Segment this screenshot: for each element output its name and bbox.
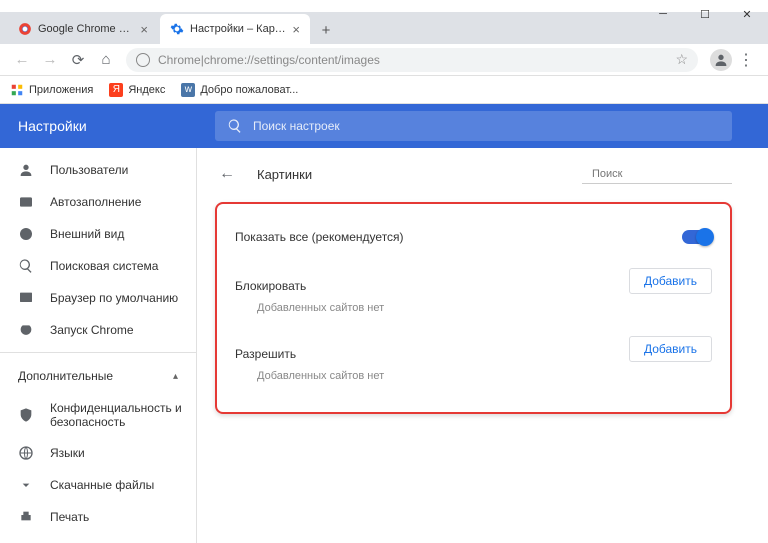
search-icon: [18, 258, 34, 274]
gear-favicon-icon: [170, 22, 184, 36]
tab-close-icon[interactable]: ×: [292, 22, 300, 37]
back-button[interactable]: ←: [8, 46, 36, 74]
globe-icon: [18, 445, 34, 461]
bookmark-label: Добро пожаловат...: [200, 84, 298, 96]
apps-shortcut[interactable]: Приложения: [10, 83, 93, 97]
person-icon: [18, 162, 34, 178]
settings-header: Настройки Поиск настроек: [0, 104, 768, 148]
tab-title: Настройки – Картинки: [190, 23, 286, 35]
search-icon: [227, 118, 243, 134]
vk-icon: w: [181, 83, 195, 97]
sidebar-item-languages[interactable]: Языки: [0, 437, 196, 469]
site-info-icon: [136, 53, 150, 67]
settings-content: ← Картинки Показать все (рекомендуется) …: [197, 148, 768, 543]
settings-sidebar: Пользователи Автозаполнение Внешний вид …: [0, 148, 197, 543]
sidebar-item-search[interactable]: Поисковая система: [0, 250, 196, 282]
search-placeholder: Поиск настроек: [253, 119, 340, 133]
palette-icon: [18, 226, 34, 242]
download-icon: [18, 477, 34, 493]
bookmark-label: Яндекс: [128, 84, 165, 96]
sidebar-group-advanced[interactable]: Дополнительные▴: [0, 359, 196, 393]
allow-add-button[interactable]: Добавить: [629, 336, 712, 362]
block-add-button[interactable]: Добавить: [629, 268, 712, 294]
url-path: chrome://settings/content/images: [204, 53, 380, 67]
sidebar-item-accessibility[interactable]: Специальные возможности: [0, 533, 196, 543]
settings-search-box[interactable]: Поиск настроек: [215, 111, 732, 141]
home-button[interactable]: ⌂: [92, 46, 120, 74]
url-scheme: Chrome: [158, 53, 201, 67]
browser-tab-active[interactable]: Настройки – Картинки ×: [160, 14, 310, 44]
sidebar-item-downloads[interactable]: Скачанные файлы: [0, 469, 196, 501]
reload-button[interactable]: ⟳: [64, 46, 92, 74]
new-tab-button[interactable]: +: [312, 16, 340, 44]
sidebar-item-default-browser[interactable]: Браузер по умолчанию: [0, 282, 196, 314]
chrome-favicon-icon: [18, 22, 32, 36]
bookmark-item[interactable]: w Добро пожаловат...: [181, 83, 298, 97]
yandex-icon: Я: [109, 83, 123, 97]
kebab-menu-button[interactable]: ⋮: [732, 50, 760, 70]
window-maximize-button[interactable]: ☐: [684, 0, 726, 28]
block-empty-text: Добавленных сайтов нет: [235, 294, 712, 328]
sidebar-item-startup[interactable]: Запуск Chrome: [0, 314, 196, 346]
window-close-button[interactable]: ✕: [726, 0, 768, 28]
tab-title: Google Chrome — скачать бес...: [38, 23, 134, 35]
allow-section-label: Разрешить: [235, 337, 296, 361]
sidebar-item-print[interactable]: Печать: [0, 501, 196, 533]
printer-icon: [18, 509, 34, 525]
sidebar-item-appearance[interactable]: Внешний вид: [0, 218, 196, 250]
toolbar: ← → ⟳ ⌂ Chrome | chrome://settings/conte…: [0, 44, 768, 76]
settings-app-title: Настройки: [0, 118, 197, 134]
show-all-label: Показать все (рекомендуется): [235, 230, 404, 244]
browser-icon: [18, 290, 34, 306]
power-icon: [18, 322, 34, 338]
tab-close-icon[interactable]: ×: [140, 22, 148, 37]
sidebar-item-autofill[interactable]: Автозаполнение: [0, 186, 196, 218]
apps-icon: [10, 83, 24, 97]
block-section-label: Блокировать: [235, 269, 306, 293]
bookmark-star-icon[interactable]: ☆: [675, 51, 688, 68]
page-title: Картинки: [257, 167, 582, 182]
allow-empty-text: Добавленных сайтов нет: [235, 362, 712, 396]
forward-button[interactable]: →: [36, 46, 64, 74]
bookmark-label: Приложения: [29, 84, 93, 96]
bookmarks-bar: Приложения Я Яндекс w Добро пожаловат...: [0, 76, 768, 104]
content-search-input[interactable]: [592, 168, 734, 180]
shield-icon: [18, 407, 34, 423]
browser-tab[interactable]: Google Chrome — скачать бес... ×: [8, 14, 158, 44]
window-minimize-button[interactable]: ─: [642, 0, 684, 28]
highlighted-panel: Показать все (рекомендуется) Блокировать…: [215, 202, 732, 414]
sidebar-item-privacy[interactable]: Конфиденциальность и безопасность: [0, 393, 196, 437]
content-back-button[interactable]: ←: [215, 162, 239, 186]
bookmark-item[interactable]: Я Яндекс: [109, 83, 165, 97]
content-search-box[interactable]: [582, 165, 732, 184]
address-bar[interactable]: Chrome | chrome://settings/content/image…: [126, 48, 698, 72]
chevron-up-icon: ▴: [173, 371, 178, 382]
autofill-icon: [18, 194, 34, 210]
show-all-toggle[interactable]: [682, 230, 712, 244]
sidebar-item-users[interactable]: Пользователи: [0, 154, 196, 186]
profile-avatar-button[interactable]: [710, 49, 732, 71]
